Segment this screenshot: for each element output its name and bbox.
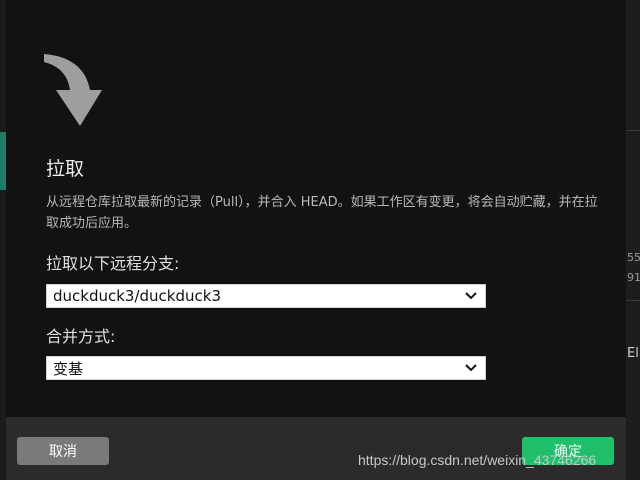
dialog-footer: 取消 确定	[6, 417, 626, 480]
merge-method-select[interactable]: 变基	[46, 356, 486, 380]
pull-dialog: 拉取 从远程仓库拉取最新的记录（Pull），并合入 HEAD。如果工作区有变更，…	[6, 0, 626, 480]
merge-method-label: 合并方式:	[46, 327, 116, 346]
chevron-down-icon	[465, 364, 477, 372]
watermark-text: https://blog.csdn.net/weixin_43746266	[358, 452, 597, 468]
background-text-fragment: 91	[627, 271, 640, 284]
chevron-down-icon	[465, 292, 477, 300]
remote-branch-label: 拉取以下远程分支:	[46, 254, 180, 273]
background-right-panel	[626, 0, 640, 480]
background-divider	[626, 130, 640, 131]
remote-branch-value: duckduck3/duckduck3	[53, 287, 221, 305]
background-text-fragment: 55	[627, 251, 640, 264]
merge-method-value: 变基	[53, 359, 84, 378]
background-text-fragment: El	[627, 346, 639, 361]
pull-arrow-icon	[44, 54, 102, 126]
remote-branch-select[interactable]: duckduck3/duckduck3	[46, 284, 486, 308]
background-divider	[626, 300, 640, 301]
dialog-description: 从远程仓库拉取最新的记录（Pull），并合入 HEAD。如果工作区有变更，将会自…	[46, 195, 598, 231]
dialog-title: 拉取	[46, 158, 85, 180]
cancel-button[interactable]: 取消	[17, 437, 109, 465]
